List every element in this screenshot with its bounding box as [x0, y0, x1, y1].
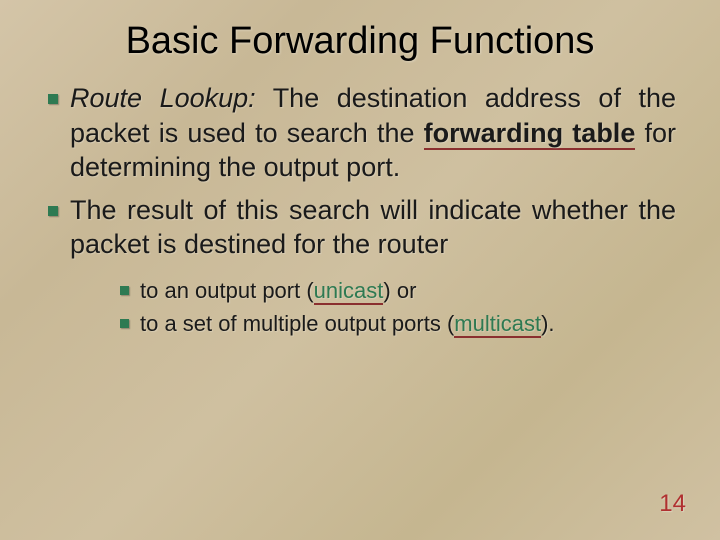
term-multicast: multicast — [454, 311, 541, 338]
bullet-route-lookup: Route Lookup: The destination address of… — [44, 81, 676, 185]
text-fragment: ) or — [383, 278, 416, 303]
text-fragment: to an output port ( — [140, 278, 314, 303]
term-unicast: unicast — [314, 278, 384, 305]
page-number: 14 — [659, 490, 686, 518]
term-forwarding-table: forwarding table — [424, 118, 636, 150]
text-fragment: The result of this search will indicate … — [70, 195, 676, 260]
term-route-lookup: Route Lookup: — [70, 83, 256, 113]
slide: Basic Forwarding Functions Route Lookup:… — [0, 0, 720, 540]
main-list: Route Lookup: The destination address of… — [44, 81, 676, 339]
sub-bullet-multicast: to a set of multiple output ports (multi… — [118, 309, 676, 339]
slide-title: Basic Forwarding Functions — [36, 20, 684, 63]
bullet-result: The result of this search will indicate … — [44, 193, 676, 339]
text-fragment: ). — [541, 311, 554, 336]
sub-list: to an output port (unicast) or to a set … — [118, 276, 676, 339]
text-fragment: to a set of multiple output ports ( — [140, 311, 454, 336]
sub-bullet-unicast: to an output port (unicast) or — [118, 276, 676, 306]
